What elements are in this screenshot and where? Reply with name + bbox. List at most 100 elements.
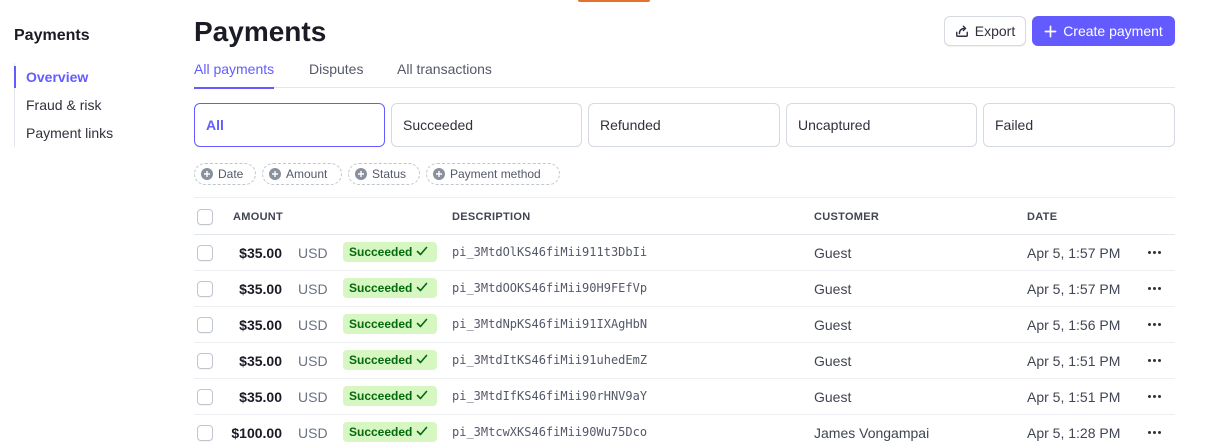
row-amount: $35.00: [239, 245, 282, 261]
row-amount: $35.00: [239, 317, 282, 333]
row-currency: USD: [298, 281, 328, 297]
column-header-description[interactable]: DESCRIPTION: [452, 211, 530, 223]
status-badge-label: Succeeded: [349, 245, 413, 259]
status-filter-succeeded[interactable]: Succeeded: [391, 103, 582, 147]
row-date: Apr 5, 1:51 PM: [1027, 353, 1121, 369]
row-amount: $100.00: [231, 425, 282, 441]
check-icon: [416, 245, 428, 260]
row-description: pi_3MtdOlKS46fiMii911t3DbIi: [452, 245, 648, 259]
tab-disputes[interactable]: Disputes: [309, 60, 363, 88]
select-all-checkbox[interactable]: [197, 209, 213, 225]
column-header-date[interactable]: DATE: [1027, 211, 1057, 223]
row-description: pi_3MtdOOKS46fiMii90H9FEfVp: [452, 281, 648, 295]
sidebar-item-payment-links[interactable]: Payment links: [15, 119, 164, 147]
row-checkbox[interactable]: [197, 389, 213, 405]
status-badge: Succeeded: [343, 422, 437, 442]
table-row[interactable]: $35.00 USD Succeeded pi_3MtdNpKS46fiMii9…: [194, 307, 1175, 343]
row-description: pi_3MtdNpKS46fiMii91IXAgHbN: [452, 317, 648, 331]
row-currency: USD: [298, 245, 328, 261]
sidebar-title: Payments: [14, 27, 90, 44]
check-icon: [416, 353, 428, 368]
more-horizontal-icon[interactable]: [1145, 243, 1163, 261]
table-header: AMOUNT DESCRIPTION CUSTOMER DATE: [194, 197, 1175, 235]
table-row[interactable]: $35.00 USD Succeeded pi_3MtdOOKS46fiMii9…: [194, 271, 1175, 307]
filter-chip-date[interactable]: Date: [194, 163, 256, 185]
row-amount: $35.00: [239, 389, 282, 405]
row-description: pi_3MtdIfKS46fiMii90rHNV9aY: [452, 389, 648, 403]
plus-circle-icon: [433, 168, 445, 180]
status-filter-refunded[interactable]: Refunded: [588, 103, 780, 147]
row-date: Apr 5, 1:51 PM: [1027, 389, 1121, 405]
row-checkbox[interactable]: [197, 281, 213, 297]
row-currency: USD: [298, 425, 328, 441]
row-date: Apr 5, 1:28 PM: [1027, 425, 1121, 441]
status-badge-label: Succeeded: [349, 317, 413, 331]
table-row[interactable]: $35.00 USD Succeeded pi_3MtdItKS46fiMii9…: [194, 343, 1175, 379]
check-icon: [416, 317, 428, 332]
row-customer: Guest: [814, 353, 852, 369]
status-badge: Succeeded: [343, 314, 437, 334]
export-label: Export: [974, 23, 1016, 39]
more-horizontal-icon[interactable]: [1145, 387, 1163, 405]
row-checkbox[interactable]: [197, 245, 213, 261]
status-badge-label: Succeeded: [349, 389, 413, 403]
row-date: Apr 5, 1:57 PM: [1027, 245, 1121, 261]
row-customer: Guest: [814, 317, 852, 333]
tab-all-payments[interactable]: All payments: [194, 60, 275, 89]
plus-circle-icon: [201, 168, 213, 180]
table-row[interactable]: $35.00 USD Succeeded pi_3MtdIfKS46fiMii9…: [194, 379, 1175, 415]
check-icon: [416, 425, 428, 440]
filter-chip-amount[interactable]: Amount: [262, 163, 342, 185]
table-row[interactable]: $100.00 USD Succeeded pi_3MtcwXKS46fiMii…: [194, 415, 1175, 444]
row-checkbox[interactable]: [197, 425, 213, 441]
row-customer: James Vongampai: [814, 425, 930, 441]
create-payment-label: Create payment: [1063, 23, 1163, 39]
table-body: $35.00 USD Succeeded pi_3MtdOlKS46fiMii9…: [194, 235, 1175, 444]
filter-chip-label: Date: [218, 167, 244, 181]
row-checkbox[interactable]: [197, 353, 213, 369]
row-amount: $35.00: [239, 353, 282, 369]
row-checkbox[interactable]: [197, 317, 213, 333]
more-horizontal-icon[interactable]: [1145, 351, 1163, 369]
check-icon: [416, 389, 428, 404]
status-badge-label: Succeeded: [349, 425, 413, 439]
row-customer: Guest: [814, 245, 852, 261]
column-header-amount[interactable]: AMOUNT: [233, 211, 283, 223]
more-horizontal-icon[interactable]: [1145, 279, 1163, 297]
filter-chip-label: Amount: [286, 167, 328, 181]
export-icon: [955, 24, 969, 38]
plus-circle-icon: [269, 168, 281, 180]
tab-bar: All payments Disputes All transactions: [194, 60, 1175, 89]
filter-chip-payment-method[interactable]: Payment method: [426, 163, 560, 185]
more-horizontal-icon[interactable]: [1145, 315, 1163, 333]
create-payment-button[interactable]: Create payment: [1032, 16, 1175, 46]
export-button[interactable]: Export: [944, 16, 1026, 46]
column-header-customer[interactable]: CUSTOMER: [814, 211, 879, 223]
sidebar: Payments Overview Fraud & risk Payment l…: [14, 26, 164, 147]
row-description: pi_3MtcwXKS46fiMii90Wu75Dco: [452, 425, 648, 439]
filter-chip-label: Status: [372, 167, 407, 181]
row-currency: USD: [298, 389, 328, 405]
payments-table: AMOUNT DESCRIPTION CUSTOMER DATE $35.00 …: [194, 197, 1175, 444]
status-badge: Succeeded: [343, 278, 437, 298]
plus-circle-icon: [355, 168, 367, 180]
page-title: Payments: [194, 16, 327, 47]
status-filter-all[interactable]: All: [194, 103, 385, 147]
table-row[interactable]: $35.00 USD Succeeded pi_3MtdOlKS46fiMii9…: [194, 235, 1175, 271]
row-customer: Guest: [814, 281, 852, 297]
sidebar-nav: Overview Fraud & risk Payment links: [14, 63, 164, 147]
row-description: pi_3MtdItKS46fiMii91uhedEmZ: [452, 353, 648, 367]
status-badge: Succeeded: [343, 242, 437, 262]
filter-chip-status[interactable]: Status: [348, 163, 420, 185]
status-filter-failed[interactable]: Failed: [983, 103, 1175, 147]
plus-icon: [1044, 25, 1057, 38]
tab-all-transactions[interactable]: All transactions: [397, 60, 492, 88]
sidebar-item-overview[interactable]: Overview: [14, 63, 164, 91]
status-badge-label: Succeeded: [349, 281, 413, 295]
row-customer: Guest: [814, 389, 852, 405]
row-date: Apr 5, 1:56 PM: [1027, 317, 1121, 333]
status-filter-uncaptured[interactable]: Uncaptured: [786, 103, 977, 147]
status-badge: Succeeded: [343, 386, 437, 406]
sidebar-item-fraud-risk[interactable]: Fraud & risk: [15, 91, 164, 119]
more-horizontal-icon[interactable]: [1145, 423, 1163, 441]
